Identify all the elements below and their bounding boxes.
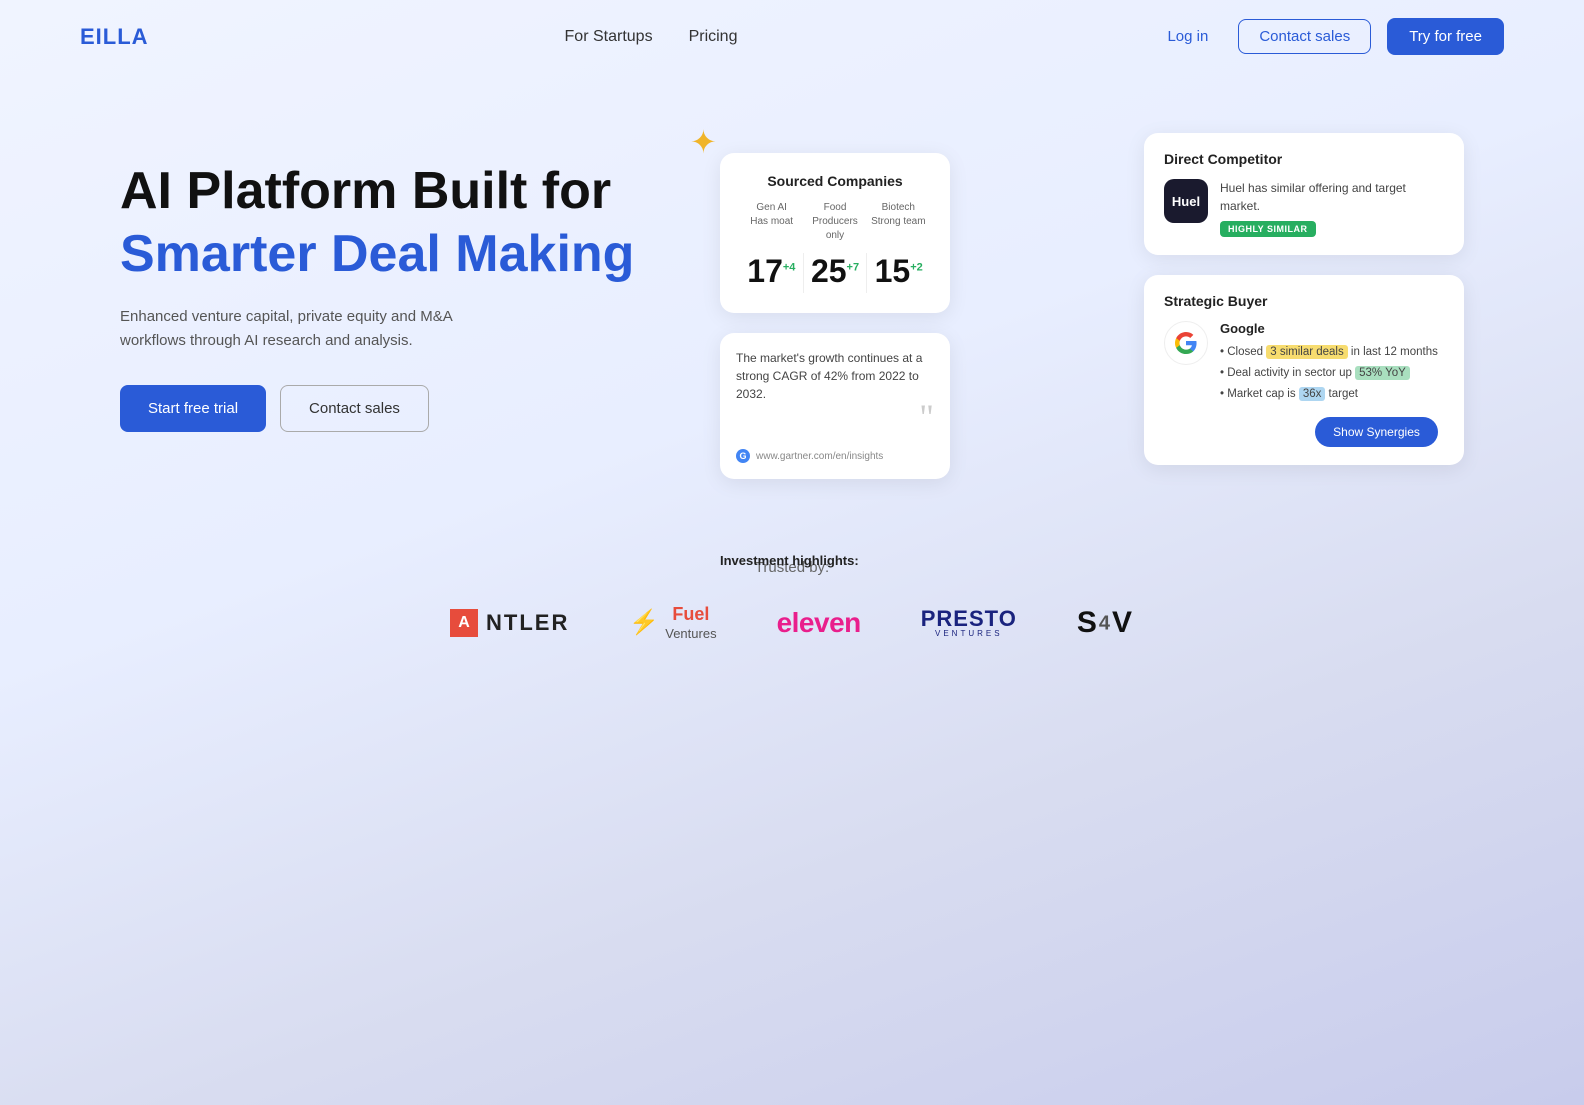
bullet1-pre: Closed	[1227, 346, 1266, 358]
strategic-bullet-3: • Market cap is 36x target	[1220, 386, 1438, 402]
nav-links: For Startups Pricing	[565, 28, 738, 46]
investment-source: G www.gartner.com/en/insights	[736, 449, 934, 463]
investment-highlights-card: Investment highlights: The market's grow…	[720, 333, 950, 479]
trusted-section: Trusted by: A NTLER ⚡ Fuel Ventures elev…	[0, 559, 1584, 701]
nav-for-startups[interactable]: For Startups	[565, 28, 653, 46]
sourced-col3-sub: Strong team	[867, 215, 930, 229]
competitor-description: Huel has similar offering and target mar…	[1220, 179, 1444, 215]
hero-section: AI Platform Built for Smarter Deal Makin…	[0, 73, 1584, 479]
sourced-columns: Gen AI Has moat Food Producers only Biot…	[740, 201, 930, 243]
contact-sales-button[interactable]: Contact sales	[1238, 19, 1371, 54]
investment-title: Investment highlights:	[720, 553, 950, 568]
nav-pricing[interactable]: Pricing	[689, 28, 738, 46]
investment-source-url: www.gartner.com/en/insights	[756, 451, 883, 462]
similar-deals-highlight: 3 similar deals	[1266, 345, 1348, 359]
antler-text: NTLER	[486, 610, 569, 636]
sourced-numbers: 17+4 25+7 15+2	[740, 253, 930, 293]
sparkle-icon: ✦	[690, 123, 717, 161]
sourced-card-title: Sourced Companies	[740, 173, 930, 189]
market-cap-highlight: 36x	[1299, 387, 1326, 401]
gartner-g-icon: G	[736, 449, 750, 463]
start-trial-button[interactable]: Start free trial	[120, 385, 266, 432]
hero-buttons: Start free trial Contact sales	[120, 385, 660, 432]
hero-left: AI Platform Built for Smarter Deal Makin…	[120, 133, 660, 432]
highly-similar-badge: HIGHLY SIMILAR	[1220, 221, 1316, 237]
trusted-logos: A NTLER ⚡ Fuel Ventures eleven PRESTO VE…	[0, 604, 1584, 641]
strategic-bullet-2: • Deal activity in sector up 53% YoY	[1220, 365, 1438, 381]
sourced-num-2: 25+7	[804, 253, 867, 290]
presto-sub: VENTURES	[935, 630, 1003, 638]
antler-icon: A	[450, 609, 478, 637]
sav-logo: S4V	[1077, 606, 1134, 640]
login-button[interactable]: Log in	[1153, 20, 1222, 53]
bullet3-post: target	[1325, 388, 1358, 400]
sourced-col2-label: Food	[803, 201, 866, 215]
huel-logo: Huel	[1164, 179, 1208, 223]
hero-contact-button[interactable]: Contact sales	[280, 385, 429, 432]
sourced-num-1: 17+4	[740, 253, 803, 290]
sourced-col3-label: Biotech	[867, 201, 930, 215]
google-logo	[1164, 321, 1208, 365]
strategic-info: Google • Closed 3 similar deals in last …	[1220, 321, 1438, 447]
sourced-companies-card: Sourced Companies Gen AI Has moat Food P…	[720, 153, 950, 313]
show-synergies-button[interactable]: Show Synergies	[1315, 417, 1438, 447]
eleven-text: eleven	[777, 607, 861, 638]
competitor-card-title: Direct Competitor	[1164, 151, 1444, 167]
sourced-col2-sub: Producers only	[803, 215, 866, 243]
google-name: Google	[1220, 321, 1438, 336]
sourced-col-2: Food Producers only	[803, 201, 866, 243]
quote-decorative-mark: "	[736, 399, 934, 435]
competitor-body: Huel Huel has similar offering and targe…	[1164, 179, 1444, 237]
strategic-body: Google • Closed 3 similar deals in last …	[1164, 321, 1444, 447]
fuel-text: Fuel Ventures	[665, 604, 716, 641]
brand-logo[interactable]: EILLA	[80, 24, 149, 50]
right-cards-col: Direct Competitor Huel Huel has similar …	[1144, 133, 1464, 479]
eleven-logo: eleven	[777, 607, 861, 639]
hero-title-blue: Smarter Deal Making	[120, 226, 660, 283]
sourced-col-3: Biotech Strong team	[867, 201, 930, 243]
strategic-bullet-1: • Closed 3 similar deals in last 12 mont…	[1220, 344, 1438, 360]
hero-title-black: AI Platform Built for	[120, 163, 660, 220]
nav-right: Log in Contact sales Try for free	[1153, 18, 1504, 55]
investment-quote-text: The market's growth continues at a stron…	[736, 349, 934, 403]
presto-logo: PRESTO VENTURES	[921, 608, 1017, 638]
sourced-num-3: 15+2	[867, 253, 930, 290]
hero-subtitle: Enhanced venture capital, private equity…	[120, 305, 500, 353]
fuel-ventures-logo: ⚡ Fuel Ventures	[629, 604, 716, 641]
try-free-button[interactable]: Try for free	[1387, 18, 1504, 55]
sourced-col-1: Gen AI Has moat	[740, 201, 803, 243]
antler-logo: A NTLER	[450, 609, 569, 637]
hero-cards-area: ✦ Sourced Companies Gen AI Has moat Food…	[720, 133, 1464, 479]
sourced-col1-sub: Has moat	[740, 215, 803, 229]
presto-text: PRESTO	[921, 608, 1017, 630]
bullet1-post: in last 12 months	[1348, 346, 1438, 358]
bullet2-pre: Deal activity in sector up	[1227, 367, 1355, 379]
strategic-buyer-card: Strategic Buyer Google • Closed 3	[1144, 275, 1464, 465]
yoy-highlight: 53% YoY	[1355, 366, 1410, 380]
sourced-delta-2: +7	[847, 261, 860, 273]
strategic-card-title: Strategic Buyer	[1164, 293, 1444, 309]
direct-competitor-card: Direct Competitor Huel Huel has similar …	[1144, 133, 1464, 255]
left-cards-col: Sourced Companies Gen AI Has moat Food P…	[720, 133, 960, 479]
competitor-info: Huel has similar offering and target mar…	[1220, 179, 1444, 237]
navbar: EILLA For Startups Pricing Log in Contac…	[0, 0, 1584, 73]
sav-text: S4V	[1077, 606, 1134, 639]
bullet3-pre: Market cap is	[1227, 388, 1299, 400]
sourced-delta-1: +4	[783, 261, 796, 273]
sourced-col1-label: Gen AI	[740, 201, 803, 215]
fuel-icon: ⚡	[629, 608, 659, 637]
sourced-delta-3: +2	[910, 261, 923, 273]
